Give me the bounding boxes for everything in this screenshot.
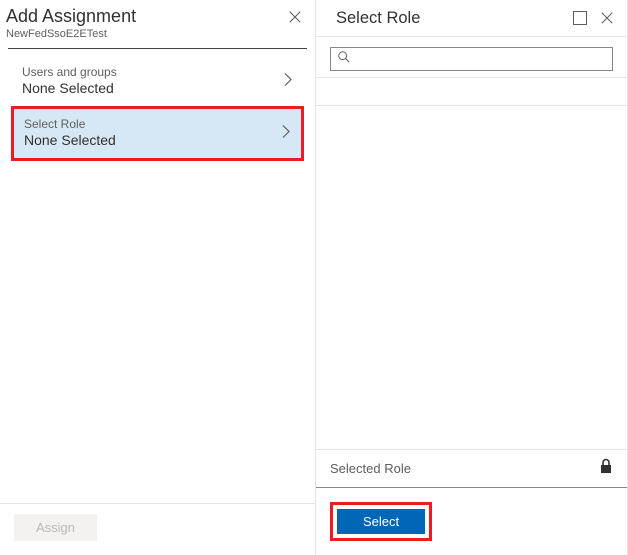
search-input[interactable] [357, 52, 606, 67]
assign-button[interactable]: Assign [14, 514, 97, 541]
selected-role-label: Selected Role [330, 461, 411, 476]
role-list [316, 78, 627, 449]
lock-icon [599, 458, 613, 479]
left-panel-footer: Assign [0, 503, 315, 555]
chevron-right-icon [281, 124, 291, 143]
assignment-options-list: Users and groups None Selected Select Ro… [0, 49, 315, 503]
left-panel-header: Add Assignment NewFedSsoE2ETest [0, 0, 315, 42]
close-icon[interactable] [597, 8, 617, 28]
search-icon [337, 50, 351, 69]
list-item-label: Select Role [24, 117, 273, 131]
select-role-item[interactable]: Select Role None Selected [11, 106, 304, 161]
chevron-right-icon [283, 72, 293, 91]
add-assignment-panel: Add Assignment NewFedSsoE2ETest Users an… [0, 0, 316, 555]
users-and-groups-item[interactable]: Users and groups None Selected [14, 57, 301, 107]
list-item-value: None Selected [24, 132, 273, 148]
search-box[interactable] [330, 47, 613, 71]
panel-subtitle: NewFedSsoE2ETest [6, 28, 305, 40]
close-icon[interactable] [285, 7, 305, 27]
list-item-label: Users and groups [22, 65, 273, 79]
select-button-highlight: Select [330, 502, 432, 541]
right-panel-footer: Select [316, 488, 627, 555]
maximize-icon[interactable] [573, 11, 587, 25]
list-item[interactable] [316, 78, 627, 106]
select-role-panel: Select Role Selected Role Select [316, 0, 628, 555]
selected-role-bar: Selected Role [316, 449, 627, 488]
list-item-value: None Selected [22, 80, 273, 96]
panel-title: Select Role [330, 9, 573, 28]
panel-title: Add Assignment [6, 6, 285, 27]
search-area [316, 37, 627, 78]
select-button[interactable]: Select [337, 509, 425, 534]
right-panel-header: Select Role [316, 0, 627, 37]
